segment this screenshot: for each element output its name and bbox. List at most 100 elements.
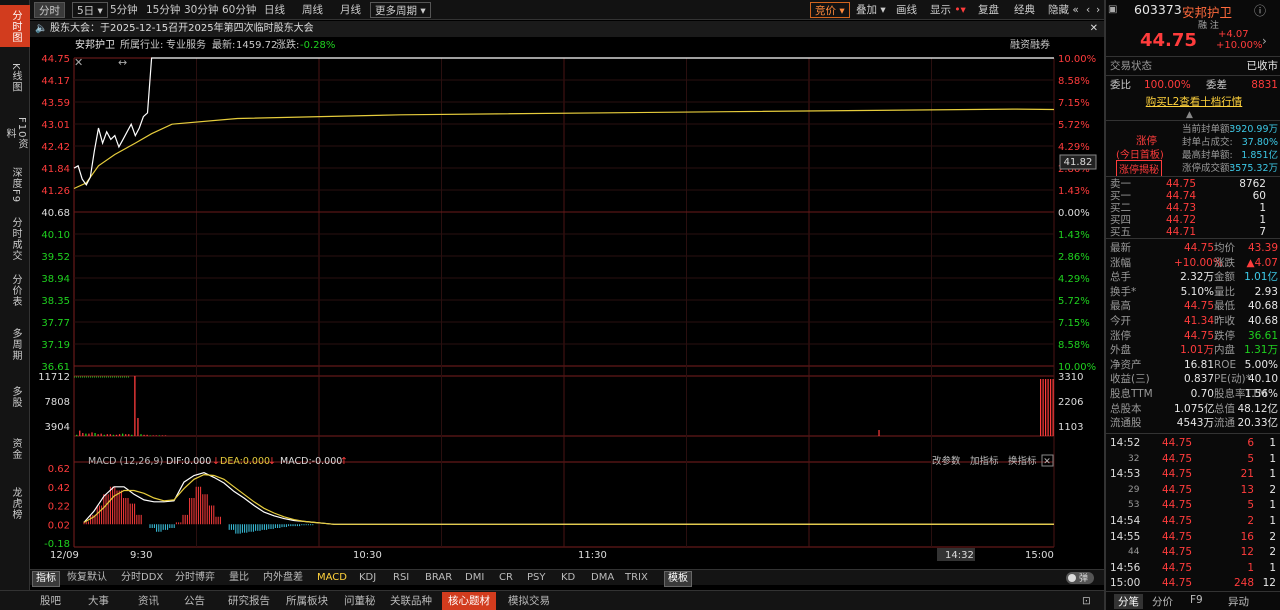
tick-count: 1	[1269, 468, 1276, 481]
footer-ask-secretary[interactable]: 问董秘	[344, 594, 376, 608]
tab-5day[interactable]: 5日 ▾	[72, 2, 108, 18]
ind-brar[interactable]: BRAR	[422, 571, 455, 585]
ind-cr[interactable]: CR	[496, 571, 516, 585]
replay-button[interactable]: 复盘	[974, 2, 1003, 18]
expand-icon[interactable]: ⊡	[1082, 594, 1091, 608]
tick-time: 44	[1128, 547, 1140, 558]
stock-info-line: 安邦护卫 所属行业: 专业服务 最新: 1459.72 涨跌: -0.28% 融…	[30, 38, 1104, 54]
industry-value[interactable]: 专业服务	[166, 38, 206, 54]
display-button[interactable]: 显示 •▾	[926, 2, 970, 18]
nav-depth[interactable]: 深度F9	[3, 165, 27, 205]
margin-trading-button[interactable]: 融资融券	[1010, 38, 1050, 54]
nav-multi-stock[interactable]: 多股	[3, 380, 27, 414]
stat-label: 今开	[1110, 315, 1131, 327]
order-book-level: 买五	[1110, 226, 1131, 238]
tab-monthly[interactable]: 月线	[336, 2, 365, 18]
stat-label: 流通股	[1110, 417, 1142, 430]
volume-tick: 7808	[45, 397, 70, 408]
footer-notices[interactable]: 公告	[184, 594, 205, 608]
crosshair-close-icon[interactable]: ✕	[74, 56, 83, 69]
tick-price: 44.75	[1162, 515, 1193, 527]
nav-capital[interactable]: 资金	[3, 432, 27, 466]
ind-macd[interactable]: MACD	[314, 571, 350, 585]
classic-button[interactable]: 经典	[1010, 2, 1039, 18]
ind-kd[interactable]: KD	[558, 571, 578, 585]
volume-bar	[164, 435, 167, 436]
tab-60min[interactable]: 60分钟	[218, 2, 260, 18]
template-button[interactable]: 模板	[664, 571, 692, 587]
footer-events[interactable]: 大事	[88, 594, 109, 608]
reset-default[interactable]: 恢复默认	[64, 571, 110, 585]
ind-kdj[interactable]: KDJ	[356, 571, 379, 585]
tab-daily[interactable]: 日线	[260, 2, 289, 18]
nav-f10[interactable]: F10资料	[3, 112, 27, 154]
draw-button[interactable]: 画线	[892, 2, 921, 18]
ind-rsi[interactable]: RSI	[390, 571, 412, 585]
tab-30min[interactable]: 30分钟	[180, 2, 222, 18]
tick-price: 44.75	[1162, 483, 1193, 496]
footer-related[interactable]: 关联品种	[390, 594, 432, 608]
l2-link[interactable]: 购买L2查看十档行情	[1110, 95, 1278, 109]
close-icon[interactable]: ✕	[1090, 21, 1098, 37]
right-tab[interactable]: 分价	[1152, 594, 1173, 609]
tab-15min[interactable]: 15分钟	[142, 2, 184, 18]
right-tab[interactable]: 分笔	[1114, 594, 1143, 609]
nav-intraday[interactable]: 分时图	[0, 5, 30, 47]
announcement-text[interactable]: 股东大会：于2025-12-15召开2025年第四次临时股东大会	[50, 21, 314, 37]
quote-stat-row: 涨停 44.75 跌停 36.61	[1110, 329, 1278, 343]
trade-status-label: 交易状态	[1110, 60, 1152, 72]
tick-count: 1	[1269, 452, 1276, 465]
chevron-right-icon[interactable]: ›	[1092, 2, 1104, 18]
close-icon[interactable]: ✕	[1043, 457, 1051, 467]
nav-multi-period[interactable]: 多周期	[3, 324, 27, 364]
popup-toggle[interactable]: 弹	[1066, 572, 1094, 584]
macd-up-arrow-icon: ↑	[340, 456, 348, 467]
overlay-button[interactable]: 叠加 ▾	[852, 2, 890, 18]
stat-value: 40.10	[1247, 373, 1278, 386]
resize-arrows-icon[interactable]: ↔	[118, 56, 127, 69]
ind-in-out-diff[interactable]: 内外盘差	[260, 571, 306, 585]
ind-volume-ratio[interactable]: 量比	[226, 571, 252, 585]
footer-guba[interactable]: 股吧	[40, 594, 61, 608]
info-icon[interactable]: ⓘ	[1254, 2, 1266, 19]
tab-indicator[interactable]: 指标	[32, 571, 60, 587]
chevron-right-icon[interactable]: ›	[1262, 34, 1267, 48]
ind-dma[interactable]: DMA	[588, 571, 617, 585]
weibi-row: 委比 100.00% 委差 8831	[1110, 78, 1278, 92]
menu-icon[interactable]: ▣	[1108, 4, 1117, 15]
limit-up-reveal-button[interactable]: 涨停揭秘	[1116, 160, 1162, 177]
speaker-icon: 🔈	[35, 23, 48, 34]
ind-psy[interactable]: PSY	[524, 571, 549, 585]
right-tab[interactable]: 异动	[1228, 594, 1249, 609]
footer-sectors[interactable]: 所属板块	[286, 594, 328, 608]
tab-more-periods[interactable]: 更多周期 ▾	[370, 2, 431, 18]
stat-label: 量比	[1214, 285, 1235, 298]
volume-bar	[1047, 379, 1049, 436]
app-root: 分时图 K线图 F10资料 深度F9 分时成交 分价表 多周期 多股 资金 龙虎…	[0, 0, 1280, 610]
auction-button[interactable]: 竞价 ▾	[810, 2, 850, 18]
nav-price-dist[interactable]: 分价表	[3, 270, 27, 310]
footer-research[interactable]: 研究报告	[228, 594, 270, 608]
nav-dragon[interactable]: 龙虎榜	[3, 482, 27, 524]
footer-news[interactable]: 资讯	[138, 594, 159, 608]
index-change-value: -0.28%	[300, 40, 336, 51]
tab-5min[interactable]: 5分钟	[106, 2, 142, 18]
footer-core-themes[interactable]: 核心题材	[442, 592, 496, 610]
add-indicator-button[interactable]: 加指标	[970, 455, 999, 467]
edit-params-button[interactable]: 改参数	[932, 455, 961, 467]
ind-dmi[interactable]: DMI	[462, 571, 487, 585]
tab-weekly[interactable]: 周线	[298, 2, 327, 18]
stat-label: 均价	[1214, 242, 1235, 254]
ind-trix[interactable]: TRIX	[622, 571, 651, 585]
tab-intraday[interactable]: 分时	[34, 2, 65, 18]
right-tab[interactable]: F9	[1190, 594, 1203, 606]
nav-kline[interactable]: K线图	[3, 58, 27, 98]
volume-bar	[125, 434, 127, 436]
nav-trades[interactable]: 分时成交	[3, 214, 27, 264]
switch-indicator-button[interactable]: 换指标	[1008, 455, 1037, 467]
hide-button[interactable]: 隐藏 «	[1044, 2, 1083, 18]
ind-game[interactable]: 分时博弈	[172, 571, 218, 585]
collapse-icon[interactable]: ▲	[1186, 110, 1193, 120]
ind-ddx[interactable]: 分时DDX	[118, 571, 166, 585]
footer-sim-trade[interactable]: 模拟交易	[508, 594, 550, 608]
